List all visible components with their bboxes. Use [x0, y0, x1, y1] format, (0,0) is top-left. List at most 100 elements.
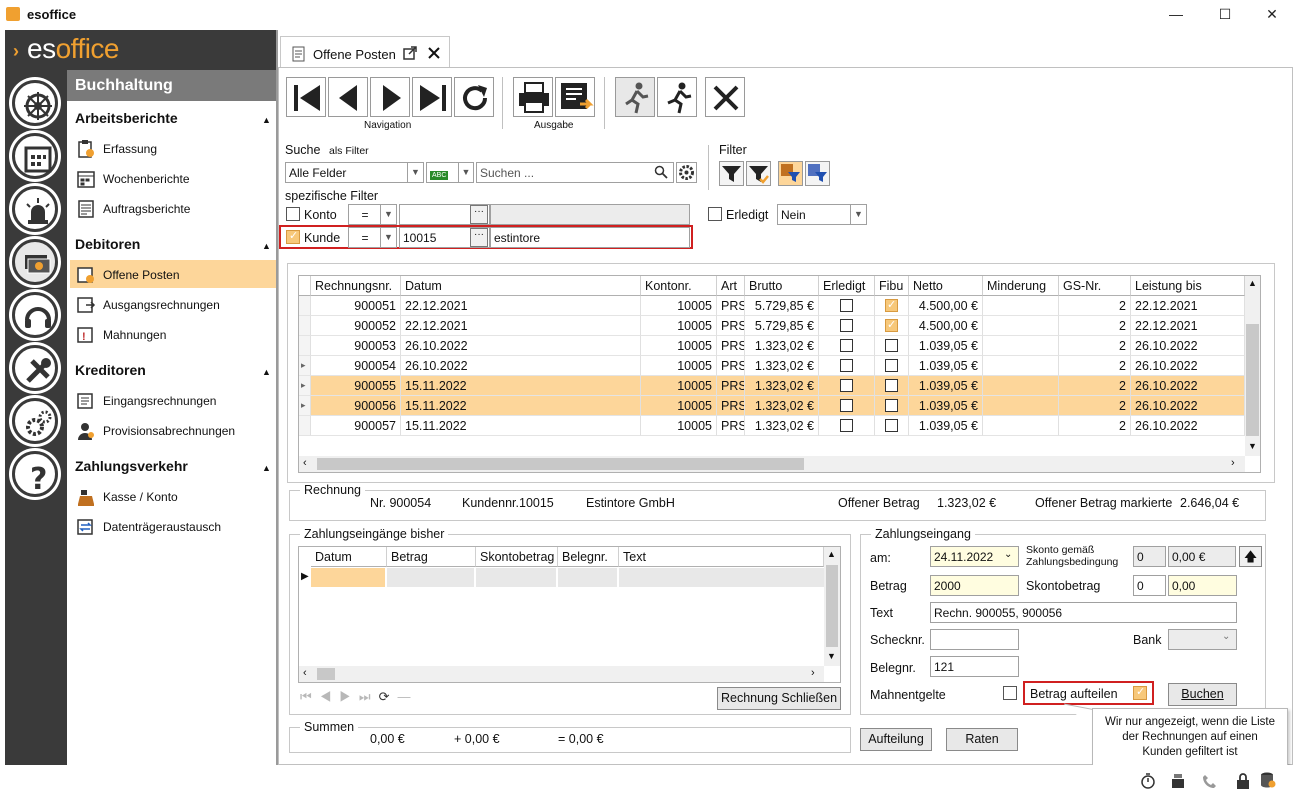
scroll-thumb[interactable]	[317, 458, 804, 470]
settings-gears-icon[interactable]	[12, 398, 58, 444]
table-cell[interactable]	[983, 356, 1059, 376]
table-cell[interactable]: 1.039,05 €	[909, 416, 983, 436]
kunde-filter-checkbox[interactable]	[286, 229, 300, 244]
table-cell[interactable]: 2	[1059, 396, 1131, 416]
eingaenge-cell[interactable]	[476, 568, 556, 587]
walk-icon-button[interactable]	[615, 77, 655, 117]
table-cell[interactable]: 900056	[311, 396, 401, 416]
collapse-caret-icon[interactable]: ▲	[262, 241, 271, 251]
table-cell[interactable]: 26.10.2022	[401, 356, 641, 376]
table-cell[interactable]	[819, 336, 875, 356]
table-row[interactable]: 90005122.12.202110005PRS5.729,85 €4.500,…	[299, 296, 1245, 316]
table-cell[interactable]	[983, 396, 1059, 416]
table-cell[interactable]: 22.12.2021	[1131, 316, 1245, 336]
nav-item-ausgangsrechnungen[interactable]: Ausgangsrechnungen	[70, 290, 276, 318]
filter-grid-alt-button[interactable]	[805, 161, 830, 186]
fibu-checkbox[interactable]	[885, 339, 898, 352]
erledigt-checkbox[interactable]	[840, 419, 853, 432]
table-cell[interactable]: 5.729,85 €	[745, 296, 819, 316]
print-button[interactable]	[513, 77, 553, 117]
table-cell[interactable]: 26.10.2022	[1131, 356, 1245, 376]
erledigt-checkbox[interactable]	[840, 319, 853, 332]
eingaenge-column-header[interactable]: Datum	[311, 547, 387, 567]
scroll-down-icon[interactable]: ▼	[1248, 441, 1257, 451]
calendar-icon[interactable]	[12, 133, 58, 179]
eingaenge-cell[interactable]	[311, 568, 385, 587]
database-icon[interactable]	[1260, 771, 1276, 789]
kunde-lookup-button[interactable]: ···	[470, 228, 488, 247]
erledigt-select[interactable]: Nein	[777, 204, 852, 225]
help-icon[interactable]: ?	[12, 451, 58, 497]
fibu-checkbox[interactable]	[885, 379, 898, 392]
table-cell[interactable]: 26.10.2022	[401, 336, 641, 356]
table-cell[interactable]: 15.11.2022	[401, 416, 641, 436]
nav-section-zahlungsverkehr[interactable]: Zahlungsverkehr ▲	[75, 458, 271, 474]
table-cell[interactable]	[875, 396, 909, 416]
raten-button[interactable]: Raten	[946, 728, 1018, 751]
tab-offene-posten[interactable]: Offene Posten	[280, 36, 450, 68]
table-cell[interactable]: 1.323,02 €	[745, 396, 819, 416]
table-cell[interactable]: 10005	[641, 336, 717, 356]
steering-wheel-icon[interactable]	[12, 80, 58, 126]
table-cell[interactable]	[875, 316, 909, 336]
delete-button[interactable]	[705, 77, 745, 117]
table-row[interactable]: 90005222.12.202110005PRS5.729,85 €4.500,…	[299, 316, 1245, 336]
grid-column-header[interactable]: Erledigt	[819, 276, 875, 296]
close-tab-icon[interactable]	[427, 46, 441, 60]
nav-item-eingangsrechnungen[interactable]: Eingangsrechnungen	[70, 386, 276, 414]
grid-column-header[interactable]: Art	[717, 276, 745, 296]
table-cell[interactable]: 900053	[311, 336, 401, 356]
scroll-left-icon[interactable]: ‹	[303, 457, 307, 469]
table-cell[interactable]: 22.12.2021	[1131, 296, 1245, 316]
headset-icon[interactable]	[12, 292, 58, 338]
nav-section-arbeitsberichte[interactable]: Arbeitsberichte ▲	[75, 110, 271, 126]
grid-column-header[interactable]: Netto	[909, 276, 983, 296]
chevron-down-icon[interactable]: ⌄	[1222, 631, 1230, 642]
table-row[interactable]: 900057 15.11.2022 10005 PRS 1.323,02 € 1.039,…	[299, 416, 1245, 436]
table-cell[interactable]	[819, 316, 875, 336]
filter-grid-button[interactable]	[778, 161, 803, 186]
previous-record-button[interactable]	[328, 77, 368, 117]
table-cell[interactable]: 900057	[311, 416, 401, 436]
chevron-down-icon[interactable]: ⌄	[1004, 549, 1012, 560]
cash-register-icon[interactable]	[1170, 773, 1186, 789]
search-settings-button[interactable]	[676, 162, 697, 183]
schecknr-input[interactable]	[930, 629, 1019, 650]
table-cell[interactable]: 2	[1059, 316, 1131, 336]
table-cell[interactable]: 900051	[311, 296, 401, 316]
buchen-button[interactable]: Buchen	[1168, 683, 1237, 706]
table-cell[interactable]: 26.10.2022	[1131, 396, 1245, 416]
table-cell[interactable]: 22.12.2021	[401, 316, 641, 336]
erledigt-checkbox[interactable]	[840, 339, 853, 352]
eingaenge-column-header[interactable]: Belegnr.	[558, 547, 619, 567]
table-row[interactable]: ▸ 900054 26.10.2022 10005 PRS 1.323,02 €1.039…	[299, 356, 1245, 376]
betrag-aufteilen-checkbox[interactable]	[1133, 685, 1147, 700]
table-cell[interactable]: PRS	[717, 356, 745, 376]
scroll-right-icon[interactable]: ›	[1231, 457, 1235, 469]
last-record-button[interactable]	[412, 77, 452, 117]
table-cell[interactable]: 10005	[641, 356, 717, 376]
table-cell[interactable]: 5.729,85 €	[745, 316, 819, 336]
pager-next-icon[interactable]: ▶	[339, 689, 359, 704]
filter-funnel-button[interactable]	[719, 161, 744, 186]
skontobetrag-percent-input[interactable]: 0	[1133, 575, 1166, 596]
table-cell[interactable]: 1.323,02 €	[745, 356, 819, 376]
lock-icon[interactable]	[1236, 773, 1250, 789]
scroll-thumb[interactable]	[826, 565, 838, 647]
fibu-checkbox[interactable]	[885, 318, 898, 332]
scroll-up-icon[interactable]: ▲	[1248, 278, 1257, 288]
table-cell[interactable]: 2	[1059, 296, 1131, 316]
scroll-thumb[interactable]	[317, 668, 335, 680]
belegnr-input[interactable]: 121	[930, 656, 1019, 677]
table-cell[interactable]: 26.10.2022	[1131, 336, 1245, 356]
table-cell[interactable]: 10005	[641, 316, 717, 336]
table-cell[interactable]: PRS	[717, 336, 745, 356]
table-cell[interactable]	[819, 376, 875, 396]
table-cell[interactable]: 26.10.2022	[1131, 416, 1245, 436]
popout-icon[interactable]	[403, 46, 417, 60]
grid-column-header[interactable]: Minderung	[983, 276, 1059, 296]
collapse-caret-icon[interactable]: ▲	[262, 367, 271, 377]
nav-item-mahnungen[interactable]: ! Mahnungen	[70, 320, 276, 348]
nav-item-offene-posten[interactable]: Offene Posten	[70, 260, 276, 288]
erledigt-checkbox[interactable]	[840, 399, 853, 412]
